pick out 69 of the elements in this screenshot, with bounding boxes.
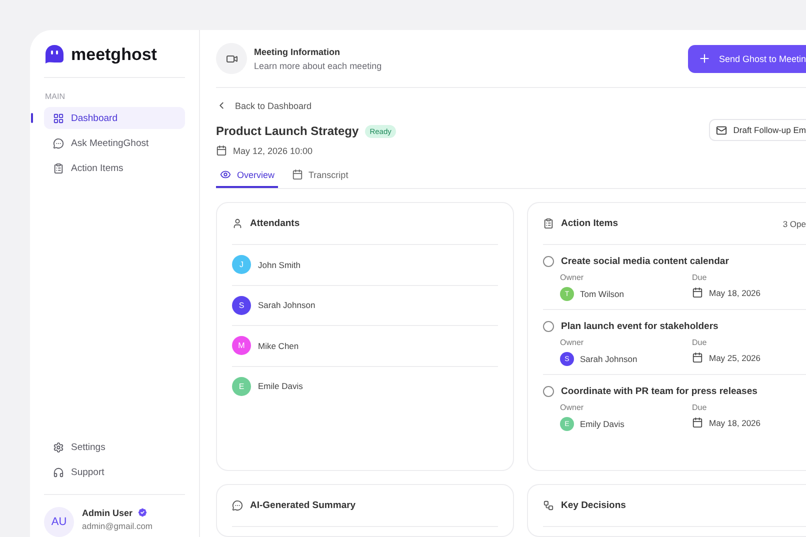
section-label: MAIN: [45, 92, 66, 101]
due-date: May 25, 2026: [709, 352, 761, 362]
header-title: Meeting Information: [254, 46, 341, 56]
nav-item[interactable]: Support: [44, 461, 185, 483]
card-title: Attendants: [250, 218, 301, 229]
grid-icon: [53, 112, 64, 124]
task-checkbox[interactable]: [543, 386, 554, 397]
tab[interactable]: Transcript: [288, 169, 352, 188]
envelope-icon: [716, 124, 728, 136]
due-date: May 18, 2026: [709, 288, 761, 298]
meeting-date: May 12, 2026 10:00: [233, 146, 313, 156]
card-title: Key Decisions: [561, 500, 627, 511]
avatar-circle: M: [232, 336, 251, 356]
due-label: Due: [692, 273, 708, 282]
meeting-title: Product Launch Strategy: [216, 124, 359, 138]
due-label: Due: [692, 338, 708, 347]
back-link[interactable]: Back to Dashboard: [216, 100, 312, 111]
task-title: Coordinate with PR team for press releases: [561, 386, 758, 397]
calendar-icon: [692, 417, 703, 428]
calendar-icon: [692, 352, 703, 363]
due-label: Due: [692, 403, 708, 412]
plus-icon: [698, 52, 711, 65]
avatar-circle: S: [232, 296, 251, 315]
owner-name: Tom Wilson: [580, 289, 624, 299]
user-avatar: AU: [44, 507, 74, 537]
user-email: admin@gmail.com: [82, 521, 153, 531]
avatar-circle: J: [232, 255, 251, 274]
settings-icon: [53, 442, 64, 452]
card-title: Action Items: [561, 218, 620, 229]
brand-name: meetghost: [71, 44, 157, 64]
video-camera-icon: [216, 43, 247, 74]
owner-name: Sarah Johnson: [580, 354, 638, 364]
owner-name: Emily Davis: [580, 419, 624, 429]
workflow-icon: [543, 500, 554, 511]
calendar-icon: [216, 145, 227, 156]
ghost-logo-icon: [44, 44, 65, 65]
calendar-icon: [692, 287, 703, 298]
open-count: 3 Ope: [782, 218, 806, 228]
task-title: Plan launch event for stakeholders: [561, 321, 718, 332]
attendant-name: Mike Chen: [258, 340, 299, 351]
owner-label: Owner: [560, 403, 585, 412]
chat-bubble-icon: [53, 138, 64, 148]
avatar-circle: E: [232, 376, 251, 396]
active-marker: [31, 113, 33, 123]
attendant-name: Emile Davis: [258, 381, 303, 392]
owner-label: Owner: [560, 338, 585, 347]
task-checkbox[interactable]: [543, 256, 554, 267]
calendar-icon: [292, 169, 303, 180]
eye-icon: [220, 169, 231, 180]
headset-icon: [53, 466, 64, 478]
attendant-name: Sarah Johnson: [258, 300, 316, 310]
nav-item[interactable]: Action Items: [44, 157, 185, 179]
send-ghost-button[interactable]: Send Ghost to Meetin: [688, 44, 806, 72]
attendant-name: John Smith: [258, 260, 301, 270]
tab[interactable]: Overview: [216, 169, 278, 188]
clipboard-icon: [543, 218, 554, 229]
nav-item[interactable]: Settings: [44, 436, 185, 458]
user-name: Admin User: [82, 508, 133, 518]
chat-bubble-icon: [232, 500, 243, 511]
task-checkbox[interactable]: [543, 321, 554, 332]
header-subtitle: Learn more about each meeting: [254, 60, 382, 70]
clipboard-icon: [53, 162, 64, 174]
task-title: Create social media content calendar: [561, 256, 729, 267]
draft-email-button[interactable]: Draft Follow-up Em: [709, 119, 806, 141]
nav-item[interactable]: Ask MeetingGhost: [44, 132, 185, 154]
person-icon: [232, 218, 243, 229]
owner-label: Owner: [560, 273, 585, 282]
due-date: May 18, 2026: [709, 418, 761, 428]
card-title: AI-Generated Summary: [250, 500, 357, 511]
